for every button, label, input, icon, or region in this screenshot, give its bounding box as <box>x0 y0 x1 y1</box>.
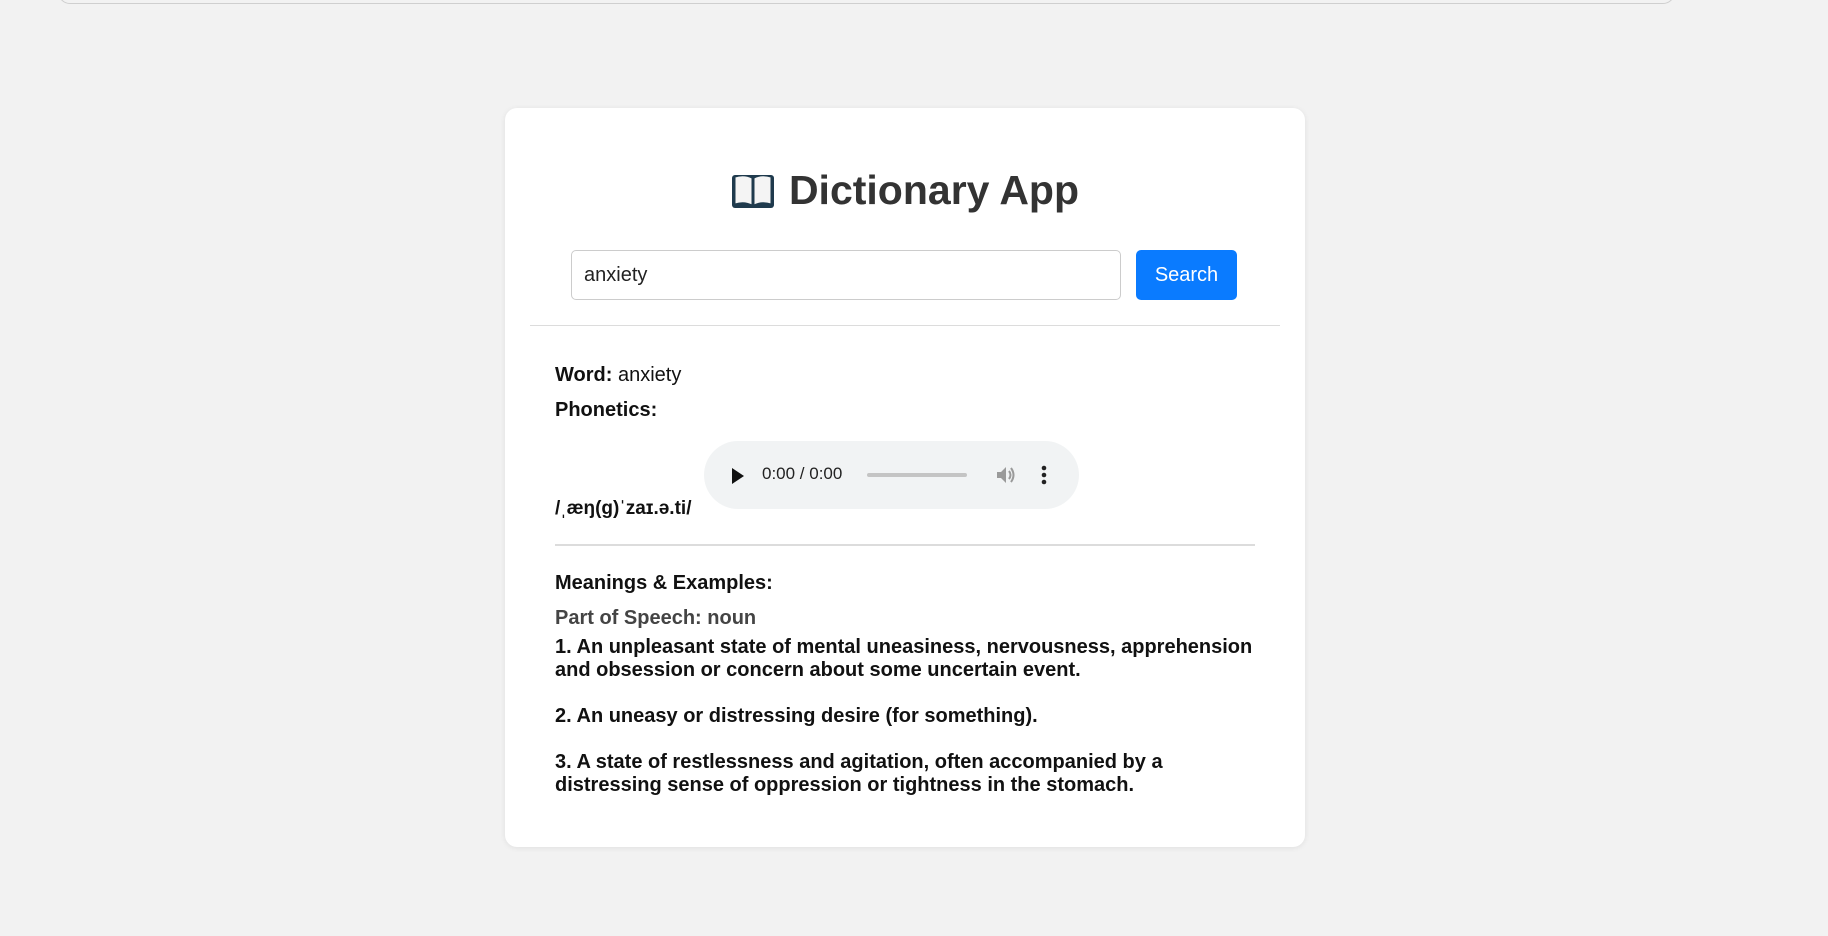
search-button[interactable]: Search <box>1136 250 1237 300</box>
definition-item: 2. An uneasy or distressing desire (for … <box>555 705 1038 727</box>
phonetic-transcription: /ˌæŋ(ɡ)ˈzaɪ.ə.ti/ <box>555 498 692 519</box>
volume-icon[interactable] <box>994 463 1018 492</box>
meanings-heading: Meanings & Examples: <box>555 572 773 594</box>
page-title: Dictionary App <box>505 164 1305 222</box>
word-label: Word: <box>555 364 613 386</box>
open-book-icon <box>731 170 775 222</box>
search-divider <box>530 325 1280 326</box>
word-value: anxiety <box>617 364 682 386</box>
definition-item: 3. A state of restlessness and agitation… <box>555 751 1163 796</box>
page-title-text: Dictionary App <box>788 167 1080 213</box>
phonetics-label: Phonetics: <box>555 399 658 421</box>
play-icon[interactable] <box>730 467 746 490</box>
search-input[interactable] <box>571 250 1121 300</box>
more-vertical-icon[interactable] <box>1040 463 1048 492</box>
part-of-speech: Part of Speech: noun <box>555 607 757 629</box>
audio-progress-bar[interactable] <box>867 473 967 477</box>
browser-frame-edge <box>58 0 1675 4</box>
audio-player[interactable]: 0:00 / 0:00 <box>704 441 1079 509</box>
meanings-divider <box>555 544 1255 546</box>
audio-time: 0:00 / 0:00 <box>762 464 843 483</box>
word-row: Word: anxiety <box>555 364 681 387</box>
definition-item: 1. An unpleasant state of mental uneasin… <box>555 636 1253 681</box>
dictionary-card: Dictionary App Search Word: anxiety Phon… <box>505 108 1305 847</box>
